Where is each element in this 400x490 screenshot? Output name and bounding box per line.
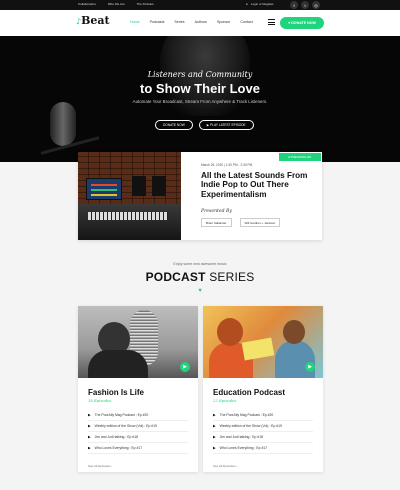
twitter-icon[interactable]: t xyxy=(301,1,309,9)
episode-title: The PoorAlly Mag Podcast : Ep #20 xyxy=(219,413,274,417)
list-item[interactable]: ▶ Weekly edition of the Show (Vol) : Ep #… xyxy=(213,421,313,432)
site-logo[interactable]: ♪Beat xyxy=(76,14,110,27)
episode-title: Weekly edition of the Show (Vol) : Ep #1… xyxy=(219,424,282,428)
episode-count: 18 Episodes xyxy=(88,398,112,403)
nav-sponsor[interactable]: Sponsor xyxy=(217,20,230,24)
microphone-icon xyxy=(50,102,76,146)
play-icon[interactable]: ▶ xyxy=(305,362,315,372)
donate-button[interactable]: ♥ DONATE NOW xyxy=(280,17,324,29)
play-icon: ▶ xyxy=(213,424,216,428)
list-item[interactable]: ▶ Who Loves Everything : Ep #17 xyxy=(88,443,188,454)
series-heading-rest: SERIES xyxy=(205,270,255,284)
play-icon: ▶ xyxy=(88,446,91,450)
hero-script-title: Listeners and Community xyxy=(147,70,253,79)
see-all-episodes-link[interactable]: See All Episodes › xyxy=(213,464,237,468)
play-icon: ▶ xyxy=(213,446,216,450)
play-icon: ▶ xyxy=(88,424,91,428)
episode-list: ▶ The PoorAlly Mag Podcast : Ep #20 ▶ Week… xyxy=(88,410,188,454)
play-icon[interactable]: ▶ xyxy=(180,362,190,372)
episode-title: Jim and Jodi talking : Ep #18 xyxy=(94,435,138,439)
top-bar: Collaborators Who We Are The Podcast ● L… xyxy=(0,0,400,10)
host-list: Brian Sallander Will Goldner + Jackson xyxy=(201,218,281,227)
list-item[interactable]: ▶ The PoorAlly Mag Podcast : Ep #20 xyxy=(213,410,313,421)
top-links: Collaborators Who We Are The Podcast xyxy=(78,2,153,6)
nav-home[interactable]: Home xyxy=(130,20,140,24)
episode-list: ▶ The PoorAlly Mag Podcast : Ep #20 ▶ Week… xyxy=(213,410,313,454)
main-nav: Home Podcasts Series Authors Sponsor Con… xyxy=(130,20,253,24)
podcast-name[interactable]: Education Podcast xyxy=(213,388,285,397)
play-latest-episode-button[interactable]: ▶ PLAY LATEST EPISODE xyxy=(198,120,254,130)
nav-podcasts[interactable]: Podcasts xyxy=(150,20,165,24)
list-item[interactable]: ▶ Who Loves Everything : Ep #17 xyxy=(213,443,313,454)
login-link[interactable]: ● Login or Register xyxy=(246,2,274,6)
nav-series[interactable]: Series xyxy=(174,20,184,24)
menu-icon[interactable] xyxy=(268,19,275,26)
series-kicker: Enjoy some new awesome music xyxy=(173,262,227,266)
login-label: Login or Register xyxy=(250,2,274,6)
play-icon: ▶ xyxy=(88,435,91,439)
heart-icon: ♥ xyxy=(198,288,202,294)
episode-title: Weekly edition of the Show (Vol) : Ep #1… xyxy=(94,424,157,428)
presented-by-label: Presented By xyxy=(201,209,232,214)
host-tag[interactable]: Will Goldner + Jackson xyxy=(239,218,281,227)
logo-text: Beat xyxy=(81,14,110,27)
nav-authors[interactable]: Authors xyxy=(195,20,207,24)
episode-title: Jim and Jodi talking : Ep #18 xyxy=(219,435,263,439)
hero-subtitle: Automate Your Broadcast, Stream From Any… xyxy=(132,99,268,104)
host-tag[interactable]: Brian Sallander xyxy=(201,218,232,227)
episode-date: March 26, 2020 | 1:30 PM - 2:30 PM xyxy=(201,163,253,167)
hero-banner: Listeners and Community to Show Their Lo… xyxy=(0,36,400,162)
episode-title: The PoorAlly Mag Podcast : Ep #20 xyxy=(94,413,149,417)
series-heading-bold: PODCAST xyxy=(145,270,206,284)
studio-image xyxy=(78,152,181,240)
trending-badge: ⏺ TRENDING EP. xyxy=(279,153,321,161)
site-header: ♪Beat Home Podcasts Series Authors Spons… xyxy=(0,10,400,36)
list-item[interactable]: ▶ Weekly edition of the Show (Vol) : Ep #… xyxy=(88,421,188,432)
featured-episode-card[interactable]: March 26, 2020 | 1:30 PM - 2:30 PM All t… xyxy=(78,152,322,240)
hero-buttons: DONATE NOW ▶ PLAY LATEST EPISODE xyxy=(155,120,254,130)
podcast-name[interactable]: Fashion Is Life xyxy=(88,388,144,397)
episode-title: Who Loves Everything : Ep #17 xyxy=(94,446,143,450)
episode-title: Who Loves Everything : Ep #17 xyxy=(219,446,268,450)
play-icon: ▶ xyxy=(88,413,91,417)
see-all-episodes-link[interactable]: See All Episodes › xyxy=(88,464,112,468)
episode-count: 22 Episodes xyxy=(213,398,237,403)
user-icon: ● xyxy=(246,2,248,6)
facebook-icon[interactable]: f xyxy=(290,1,298,9)
list-item[interactable]: ▶ Jim and Jodi talking : Ep #18 xyxy=(88,432,188,443)
top-link-who-we-are[interactable]: Who We Are xyxy=(108,2,125,6)
top-link-the-podcast[interactable]: The Podcast xyxy=(137,2,154,6)
social-links: f t ◎ xyxy=(290,1,320,9)
play-icon: ▶ xyxy=(213,413,216,417)
episode-title[interactable]: All the Latest Sounds From Indie Pop to … xyxy=(201,171,313,199)
hero-donate-button[interactable]: DONATE NOW xyxy=(155,120,193,130)
series-heading: PODCAST SERIES xyxy=(0,270,400,284)
top-link-collaborators[interactable]: Collaborators xyxy=(78,2,96,6)
list-item[interactable]: ▶ The PoorAlly Mag Podcast : Ep #20 xyxy=(88,410,188,421)
instagram-icon[interactable]: ◎ xyxy=(312,1,320,9)
podcast-card-education[interactable]: ▶ Education Podcast 22 Episodes ▶ The Poo… xyxy=(203,306,323,472)
hero-title: to Show Their Love xyxy=(140,81,260,96)
nav-contact[interactable]: Contact xyxy=(240,20,252,24)
list-item[interactable]: ▶ Jim and Jodi talking : Ep #18 xyxy=(213,432,313,443)
podcast-card-fashion[interactable]: ▶ Fashion Is Life 18 Episodes ▶ The PoorA… xyxy=(78,306,198,472)
play-icon: ▶ xyxy=(213,435,216,439)
